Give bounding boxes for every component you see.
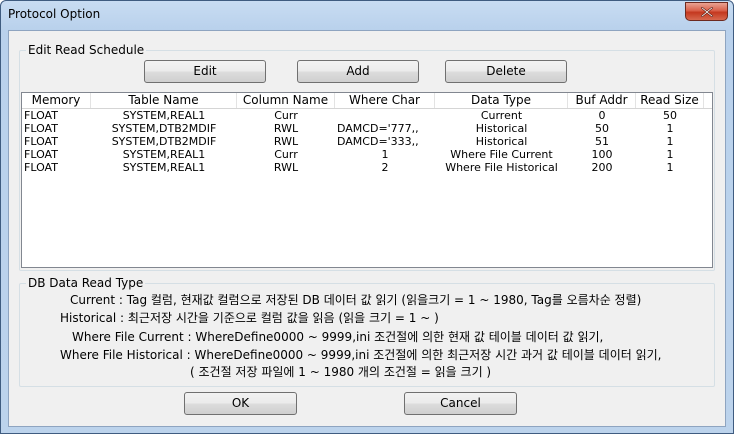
window-title: Protocol Option (8, 7, 101, 21)
column-header-buf-addr[interactable]: Buf Addr (568, 93, 636, 108)
cell-data-type: Historical (475, 135, 528, 148)
cell-table-name: SYSTEM,REAL1 (122, 109, 206, 122)
cell-table-name: SYSTEM,REAL1 (122, 161, 206, 174)
cell-read-size: 1 (666, 122, 674, 135)
cell-column-name: Curr (274, 109, 298, 122)
table-row[interactable]: FLOAT SYSTEM,DTB2MDIF RWL DAMCD='333,, H… (22, 135, 712, 148)
read-type-where-file-current-text: Where File Current : WhereDefine0000 ~ 9… (72, 330, 604, 344)
cell-buf-addr: 200 (591, 161, 613, 174)
cell-memory: FLOAT (24, 135, 58, 148)
cell-column-name: Curr (274, 148, 298, 161)
db-data-read-type-label: DB Data Read Type (26, 276, 146, 290)
cell-column-name: RWL (273, 122, 299, 135)
cancel-button[interactable]: Cancel (404, 392, 517, 415)
cell-where-char: 2 (381, 161, 389, 174)
cell-read-size: 1 (666, 135, 674, 148)
read-type-where-file-historical-text: Where File Historical : WhereDefine0000 … (60, 348, 662, 362)
dialog-client-area: Edit Read Schedule Edit Add Delete Memor… (8, 30, 726, 427)
cell-read-size: 1 (666, 161, 674, 174)
column-header-column-name[interactable]: Column Name (237, 93, 335, 108)
cell-memory: FLOAT (24, 109, 58, 122)
protocol-option-window: Protocol Option Edit Read Schedule Edit … (0, 0, 734, 434)
table-row[interactable]: FLOAT SYSTEM,REAL1 Curr Current 0 50 (22, 109, 712, 122)
cell-where-char: DAMCD='777,, (337, 122, 419, 135)
edit-read-schedule-label: Edit Read Schedule (26, 43, 147, 57)
cell-table-name: SYSTEM,DTB2MDIF (111, 122, 217, 135)
cell-data-type: Where File Historical (445, 161, 558, 174)
column-header-read-size[interactable]: Read Size (636, 93, 704, 108)
cell-memory: FLOAT (24, 161, 58, 174)
title-bar[interactable]: Protocol Option (1, 1, 733, 29)
cell-buf-addr: 100 (591, 148, 613, 161)
column-header-data-type[interactable]: Data Type (435, 93, 568, 108)
close-button[interactable] (685, 2, 728, 21)
cell-where-char (335, 109, 435, 122)
cell-read-size: 1 (666, 148, 674, 161)
list-header: Memory Table Name Column Name Where Char… (22, 93, 712, 109)
table-row[interactable]: FLOAT SYSTEM,REAL1 RWL 2 Where File Hist… (22, 161, 712, 174)
cell-data-type: Historical (475, 122, 528, 135)
read-type-historical-text: Historical : 최근저장 시간을 기준으로 컬럼 값을 읽음 (읽을 … (60, 311, 439, 325)
delete-button[interactable]: Delete (445, 60, 567, 83)
edit-button[interactable]: Edit (144, 60, 266, 83)
cell-memory: FLOAT (24, 122, 58, 135)
read-type-condition-note-text: ( 조건절 저장 파일에 1 ~ 1980 개의 조건절 = 읽을 크기 ) (190, 365, 492, 379)
cell-read-size: 50 (663, 109, 677, 122)
table-row[interactable]: FLOAT SYSTEM,REAL1 Curr 1 Where File Cur… (22, 148, 712, 161)
cell-data-type: Current (480, 109, 523, 122)
add-button[interactable]: Add (297, 60, 419, 83)
cell-buf-addr: 50 (595, 122, 609, 135)
cell-column-name: RWL (273, 161, 299, 174)
read-schedule-list[interactable]: Memory Table Name Column Name Where Char… (21, 92, 713, 268)
column-header-memory[interactable]: Memory (22, 93, 91, 108)
close-x-icon (701, 7, 713, 17)
ok-button[interactable]: OK (184, 392, 297, 415)
cell-column-name: RWL (273, 135, 299, 148)
cell-where-char: 1 (381, 148, 389, 161)
column-header-table-name[interactable]: Table Name (91, 93, 237, 108)
cell-buf-addr: 51 (595, 135, 609, 148)
cell-where-char: DAMCD='333,, (337, 135, 419, 148)
cell-table-name: SYSTEM,REAL1 (122, 148, 206, 161)
column-header-where-char[interactable]: Where Char (335, 93, 435, 108)
cell-data-type: Where File Current (450, 148, 553, 161)
cell-buf-addr: 0 (598, 109, 606, 122)
read-type-current-text: Current : Tag 컬럼, 현재값 컬럼으로 저장된 DB 데이터 값 … (70, 293, 642, 307)
table-row[interactable]: FLOAT SYSTEM,DTB2MDIF RWL DAMCD='777,, H… (22, 122, 712, 135)
cell-table-name: SYSTEM,DTB2MDIF (111, 135, 217, 148)
cell-memory: FLOAT (24, 148, 58, 161)
